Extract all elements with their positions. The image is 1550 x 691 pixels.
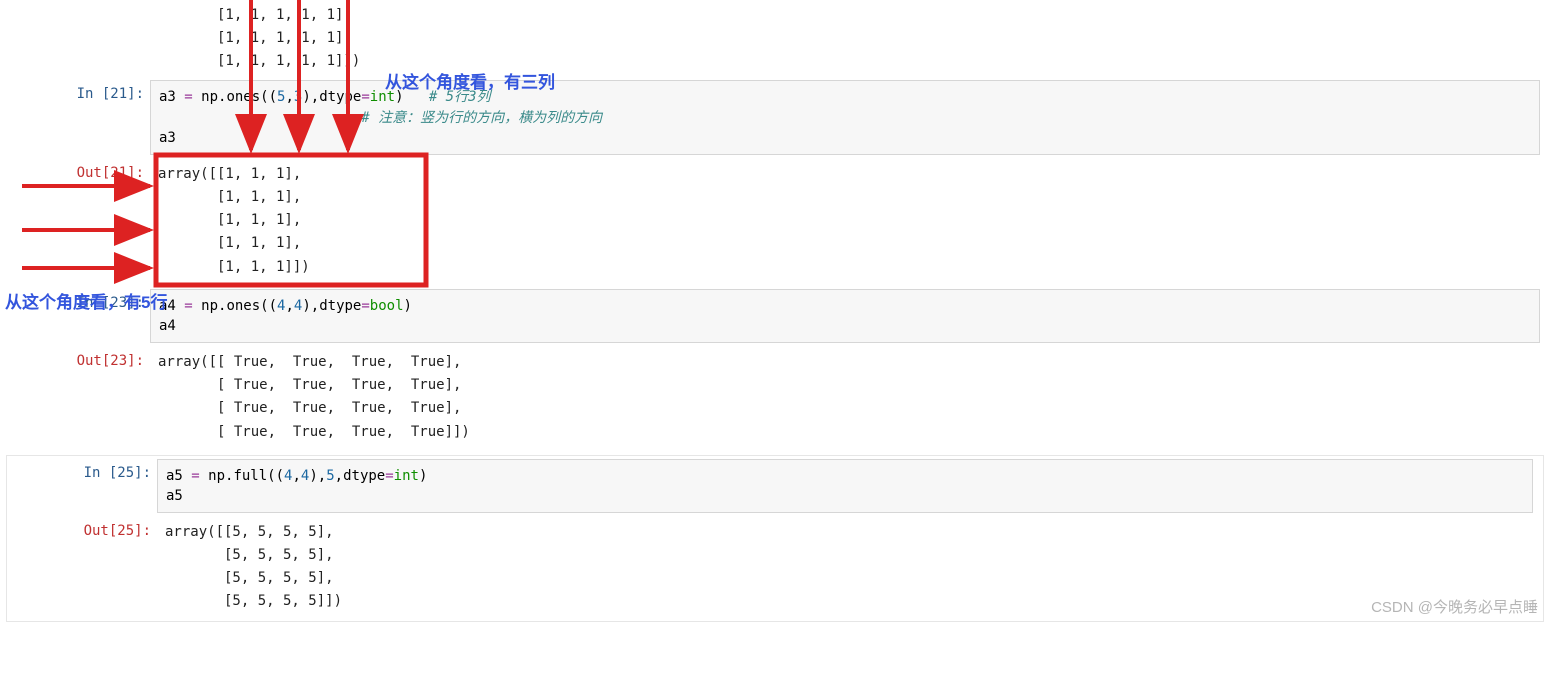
output-text-21: array([[1, 1, 1], [1, 1, 1], [1, 1, 1], … xyxy=(150,159,1550,282)
code-input-25[interactable]: a5 = np.full((4,4),5,dtype=int) a5 xyxy=(157,459,1533,514)
cell-23: In [23]: a4 = np.ones((4,4),dtype=bool) … xyxy=(0,286,1550,451)
out-prompt-21: Out[21]: xyxy=(8,159,150,181)
output-text-23: array([[ True, True, True, True], [ True… xyxy=(150,347,1550,447)
code-input-23[interactable]: a4 = np.ones((4,4),dtype=bool) a4 xyxy=(150,289,1540,344)
out-prompt-25: Out[25]: xyxy=(15,517,157,539)
cell-21: In [21]: a3 = np.ones((5,3),dtype=int) #… xyxy=(0,77,1550,285)
code-input-21[interactable]: a3 = np.ones((5,3),dtype=int) # 5行3列 # 注… xyxy=(150,80,1540,155)
cell-25: In [25]: a5 = np.full((4,4),5,dtype=int)… xyxy=(6,455,1544,622)
output-text-25: array([[5, 5, 5, 5], [5, 5, 5, 5], [5, 5… xyxy=(157,517,1543,617)
in-prompt-21: In [21]: xyxy=(8,80,150,102)
in-prompt-25: In [25]: xyxy=(15,459,157,481)
watermark: CSDN @今晚务必早点睡 xyxy=(1371,596,1538,617)
output-text: [1, 1, 1, 1, 1], [1, 1, 1, 1, 1], [1, 1,… xyxy=(150,0,1550,77)
out-prompt-23: Out[23]: xyxy=(8,347,150,369)
in-prompt-23: In [23]: xyxy=(8,289,150,311)
previous-output-fragment: [1, 1, 1, 1, 1], [1, 1, 1, 1, 1], [1, 1,… xyxy=(0,0,1550,77)
